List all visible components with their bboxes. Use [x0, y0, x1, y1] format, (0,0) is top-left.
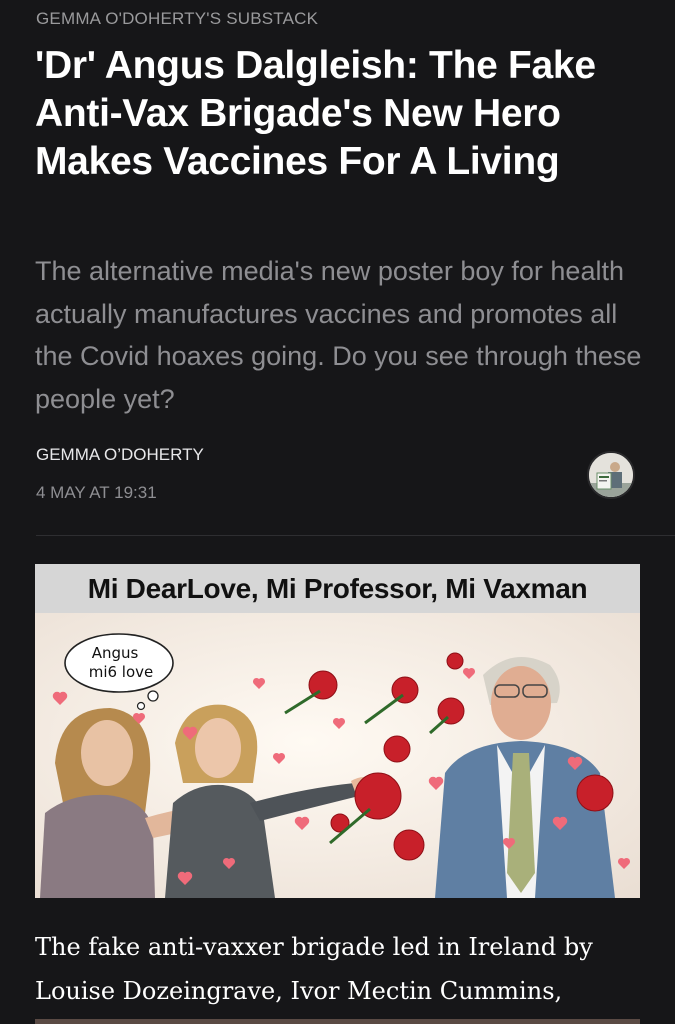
post-date: 4 MAY AT 19:31	[36, 483, 157, 502]
article-body-text: The fake anti-vaxxer brigade led in Irel…	[35, 933, 593, 1005]
bubble-text-1: Angus	[92, 644, 139, 662]
publication-name[interactable]: GEMMA O'DOHERTY'S SUBSTACK	[36, 9, 318, 29]
next-image-peek	[35, 1019, 640, 1024]
avatar-photo	[589, 453, 633, 497]
article-subtitle: The alternative media's new poster boy f…	[35, 256, 642, 414]
article-title: 'Dr' Angus Dalgleish: The Fake Anti-Vax …	[35, 44, 596, 183]
article-image[interactable]: Mi DearLove, Mi Professor, Mi Vaxman Ang…	[35, 564, 640, 898]
image-caption: Mi DearLove, Mi Professor, Mi Vaxman	[87, 572, 588, 604]
image-caption-band: Mi DearLove, Mi Professor, Mi Vaxman	[35, 564, 640, 613]
author-name[interactable]: GEMMA O’DOHERTY	[36, 445, 204, 465]
author-avatar[interactable]	[587, 451, 635, 499]
header-divider	[36, 535, 675, 536]
bubble-text-2: mi6 love	[89, 663, 154, 681]
collage-illustration: Angus mi6 love	[35, 613, 640, 898]
